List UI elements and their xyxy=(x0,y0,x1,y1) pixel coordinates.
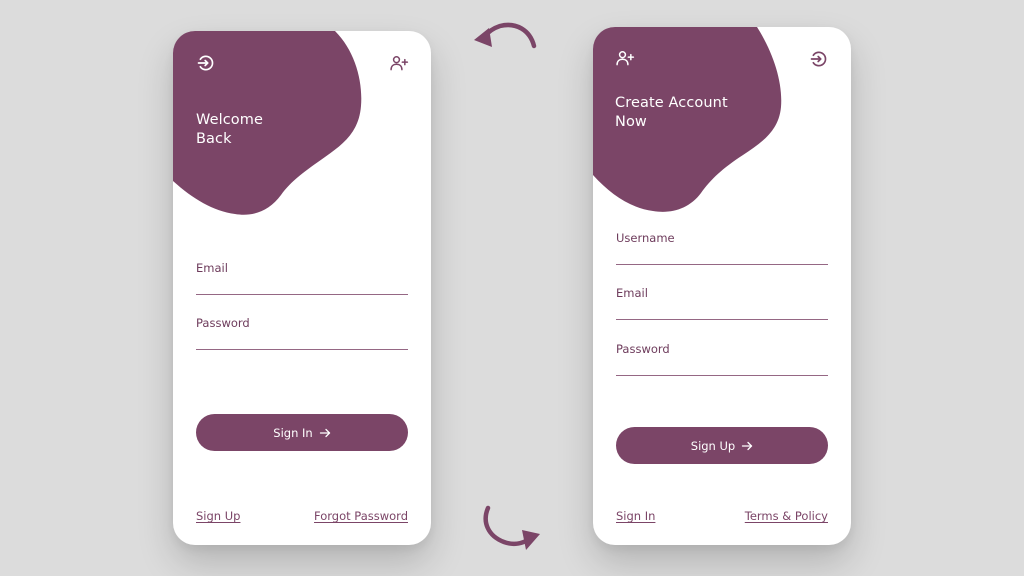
sign-in-icon[interactable] xyxy=(808,48,830,70)
sign-in-button[interactable]: Sign In xyxy=(196,414,408,451)
terms-policy-link[interactable]: Terms & Policy xyxy=(745,509,828,523)
signup-title-line1: Create Account xyxy=(615,95,728,111)
add-user-icon[interactable] xyxy=(388,52,410,74)
password-field[interactable]: Password xyxy=(196,316,408,350)
sign-up-link[interactable]: Sign Up xyxy=(196,509,240,523)
login-title-line1: Welcome xyxy=(196,112,264,128)
add-user-icon[interactable] xyxy=(614,47,636,69)
username-input[interactable] xyxy=(616,231,828,265)
arrow-right-icon xyxy=(319,427,331,439)
login-title: Welcome Back xyxy=(196,111,263,149)
forgot-password-link[interactable]: Forgot Password xyxy=(314,509,408,523)
email-field[interactable]: Email xyxy=(196,261,408,295)
email-underline xyxy=(196,293,408,295)
password-underline xyxy=(616,374,828,376)
sign-in-button-label: Sign In xyxy=(273,425,313,440)
password-underline xyxy=(196,348,408,350)
email-underline xyxy=(616,318,828,320)
email-field[interactable]: Email xyxy=(616,286,828,320)
sign-in-icon[interactable] xyxy=(195,52,217,74)
signup-title-line2: Now xyxy=(615,114,647,130)
login-card: Welcome Back Email Password Sign In Sign… xyxy=(173,31,431,545)
signup-title: Create Account Now xyxy=(615,94,728,132)
login-title-line2: Back xyxy=(196,131,232,147)
sign-up-button-label: Sign Up xyxy=(690,438,736,453)
signup-card: Create Account Now Username Email Passwo… xyxy=(593,27,851,545)
password-input[interactable] xyxy=(616,342,828,376)
sign-up-button[interactable]: Sign Up xyxy=(616,427,828,464)
curved-arrow-left-icon xyxy=(474,22,537,49)
sign-in-link[interactable]: Sign In xyxy=(616,509,655,523)
stage: Welcome Back Email Password Sign In Sign… xyxy=(0,0,1024,576)
email-input[interactable] xyxy=(196,261,408,295)
password-field[interactable]: Password xyxy=(616,342,828,376)
password-input[interactable] xyxy=(196,316,408,350)
curved-arrow-right-icon xyxy=(483,505,540,550)
username-underline xyxy=(616,263,828,265)
arrow-right-icon xyxy=(741,440,753,452)
email-input[interactable] xyxy=(616,286,828,320)
username-field[interactable]: Username xyxy=(616,231,828,265)
